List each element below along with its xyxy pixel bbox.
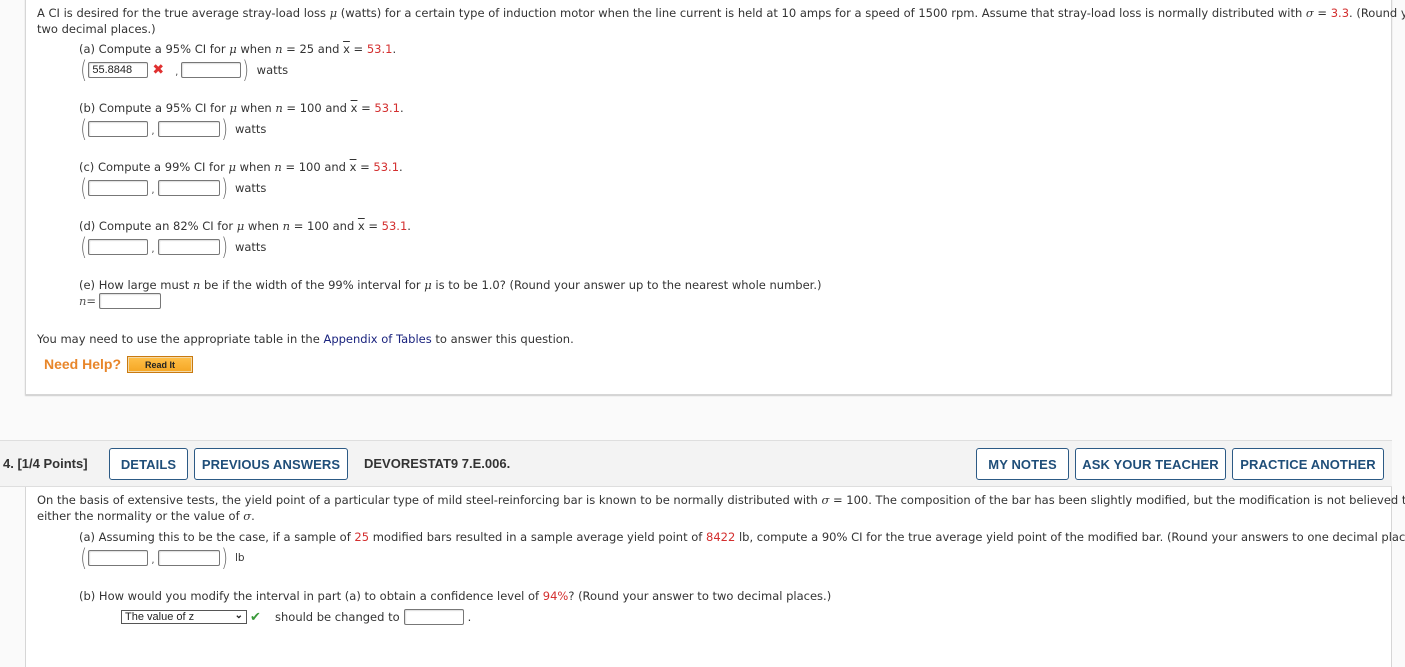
q3-part-b-prompt: (b) Compute a 95% CI for μ when n = 100 …	[79, 101, 404, 115]
q3-b-upper-input[interactable]	[157, 121, 220, 137]
q4-part-b-prompt: (b) How would you modify the interval in…	[79, 589, 832, 603]
question-number-points: 4. [1/4 Points]	[3, 456, 88, 471]
q3-intro: A CI is desired for the true average str…	[37, 6, 1405, 20]
read-it-button[interactable]: Read It	[127, 356, 193, 373]
details-button[interactable]: DETAILS	[109, 448, 188, 480]
q3-d-upper-input[interactable]	[157, 239, 220, 255]
q3-d-lower-input[interactable]	[88, 239, 149, 255]
incorrect-x-icon: ✖	[152, 62, 165, 78]
q3-e-n-input[interactable]	[99, 293, 162, 309]
q3-part-a-prompt: (a) Compute a 95% CI for μ when n = 25 a…	[79, 42, 397, 56]
appendix-of-tables-link[interactable]: Appendix of Tables	[323, 332, 431, 346]
q3-part-a-answer-row: ( ✖ , ) watts	[79, 58, 288, 82]
unit-label: watts	[256, 63, 289, 77]
chevron-down-icon: ⌄	[234, 610, 243, 621]
appendix-note: You may need to use the appropriate tabl…	[37, 332, 574, 346]
q4-part-a-prompt: (a) Assuming this to be the case, if a s…	[79, 530, 1405, 544]
previous-answers-button[interactable]: PREVIOUS ANSWERS	[194, 448, 348, 480]
q3-c-lower-input[interactable]	[88, 180, 149, 196]
my-notes-button[interactable]: MY NOTES	[976, 448, 1069, 480]
q4-a-lower-input[interactable]	[88, 550, 149, 566]
sigma-value: 3.3	[1330, 6, 1350, 20]
q4-intro: On the basis of extensive tests, the yie…	[37, 493, 1405, 507]
q3-part-c-prompt: (c) Compute a 99% CI for μ when n = 100 …	[79, 160, 403, 174]
q4-part-a-answer-row: ( , ) lb	[80, 544, 245, 572]
q3-c-upper-input[interactable]	[157, 180, 220, 196]
q3-part-c-answer-row: ( , ) watts	[80, 174, 267, 202]
q3-part-b-answer-row: ( , ) watts	[80, 115, 267, 143]
practice-another-button[interactable]: PRACTICE ANOTHER	[1232, 448, 1384, 480]
q4-part-b-answer-row: should be changed to .	[275, 609, 472, 625]
q4-a-upper-input[interactable]	[157, 550, 220, 566]
correct-check-icon: ✔	[250, 610, 261, 625]
q3-part-d-answer-row: ( , ) watts	[80, 233, 267, 261]
q3-a-upper-input[interactable]	[181, 62, 242, 78]
q3-part-e-prompt: (e) How large must n be if the width of …	[79, 278, 822, 292]
close-paren: )	[242, 56, 250, 84]
q3-intro-line2: two decimal places.)	[37, 22, 156, 36]
q3-part-e-answer-row: n =	[79, 289, 162, 313]
question-4-header: 4. [1/4 Points] DETAILS PREVIOUS ANSWERS…	[0, 440, 1392, 487]
q3-a-lower-input[interactable]	[88, 62, 149, 78]
open-paren: (	[80, 56, 87, 84]
q4-intro-line2: either the normality or the value of σ.	[37, 509, 255, 523]
quantity-select[interactable]: The value of z ⌄	[121, 610, 247, 624]
q3-part-d-prompt: (d) Compute an 82% CI for μ when n = 100…	[79, 219, 411, 233]
need-help-label: Need Help?	[44, 356, 122, 372]
problem-id: DEVORESTAT9 7.E.006.	[364, 456, 511, 471]
q4-b-value-input[interactable]	[403, 609, 464, 625]
q3-b-lower-input[interactable]	[88, 121, 149, 137]
ask-your-teacher-button[interactable]: ASK YOUR TEACHER	[1075, 448, 1226, 480]
